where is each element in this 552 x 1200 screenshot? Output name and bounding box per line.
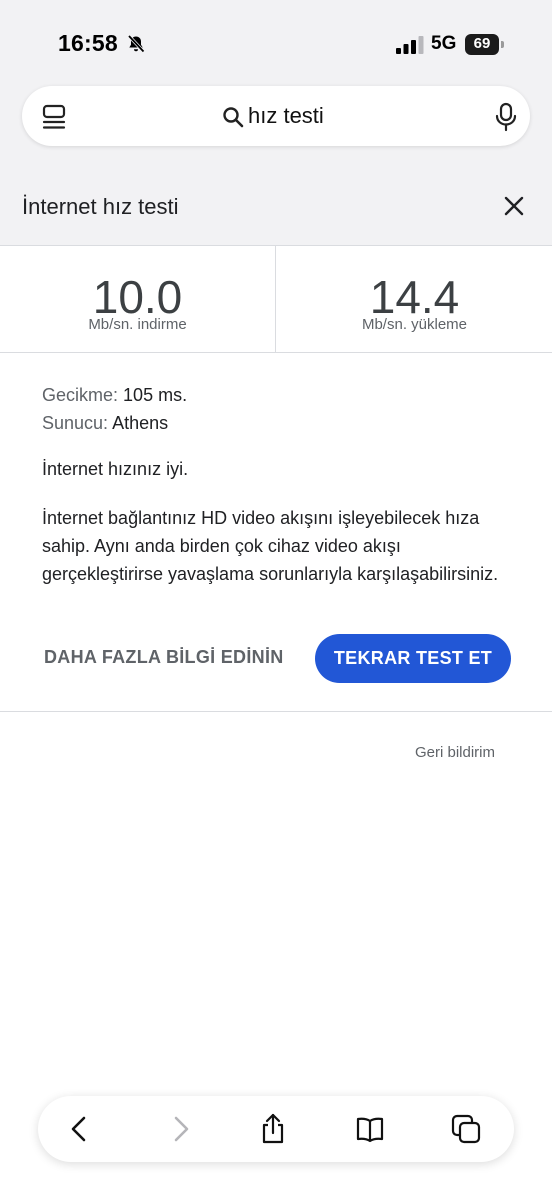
search-icon [223,107,244,128]
result-divider [275,246,276,352]
status-time: 16:58 [58,30,118,56]
retest-button[interactable]: TEKRAR TEST ET [315,634,511,683]
search-bar[interactable]: hız testi [22,86,530,146]
latency-row: Gecikme: 105 ms. [42,385,187,406]
server-label: Sunucu: [42,413,109,433]
status-bar: 16:58 5G 69 [0,0,552,90]
latency-value: 105 ms. [123,385,188,405]
forward-icon[interactable] [164,1113,196,1145]
learn-more-button[interactable]: DAHA FAZLA BİLGİ EDİNİN [44,647,284,668]
latency-label: Gecikme: [42,385,119,405]
feedback-link[interactable]: Geri bildirim [415,744,495,761]
battery-icon: 69 [465,34,505,55]
search-input[interactable]: hız testi [248,103,324,129]
battery-level: 69 [473,35,491,52]
speed-description: İnternet bağlantınız HD video akışını iş… [42,508,499,584]
download-result: 10.0 Mb/sn. indirme [0,246,275,352]
page-menu-icon[interactable] [42,104,66,130]
server-value: Athens [112,413,169,433]
card-divider [0,711,552,712]
share-icon[interactable] [257,1113,289,1145]
back-icon[interactable] [64,1113,96,1145]
server-row: Sunucu: Athens [42,413,168,434]
upload-speed-label: Mb/sn. yükleme [361,316,468,333]
bookmarks-icon[interactable] [354,1113,386,1145]
cellular-signal-icon [396,36,424,54]
download-speed-label: Mb/sn. indirme [88,316,187,333]
bell-muted-icon [127,34,145,53]
bottom-toolbar [38,1096,514,1162]
upload-result: 14.4 Mb/sn. yükleme [277,246,552,352]
microphone-icon[interactable] [494,102,518,132]
results-divider [0,352,552,353]
tabs-icon[interactable] [450,1113,482,1145]
close-icon[interactable] [500,192,528,220]
speed-summary: İnternet hızınız iyi. [42,459,189,479]
network-type: 5G [431,33,457,54]
speed-test-title: İnternet hız testi [22,194,179,219]
